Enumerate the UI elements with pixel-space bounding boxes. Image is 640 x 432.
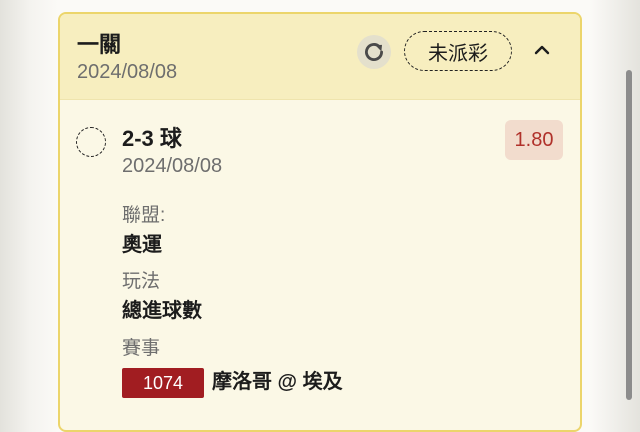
odds-badge: 1.80 xyxy=(505,120,563,160)
collapse-button[interactable] xyxy=(530,38,554,62)
selection-circle-icon[interactable] xyxy=(76,127,106,157)
play-type-value: 總進球數 xyxy=(122,300,202,322)
play-type-label: 玩法 xyxy=(122,271,161,292)
match-label: 賽事 xyxy=(122,338,161,359)
match-number-badge: 1074 xyxy=(122,368,204,398)
bet-card-header[interactable]: 一關 2024/08/08 未派彩 xyxy=(60,14,580,100)
league-label: 聯盟: xyxy=(122,205,166,226)
bet-card: 一關 2024/08/08 未派彩 2-3 球 2024/08/08 1.80 … xyxy=(58,12,582,432)
match-name: 摩洛哥 @ 埃及 xyxy=(212,371,343,393)
bet-type-title: 一關 xyxy=(77,32,122,57)
selection-date: 2024/08/08 xyxy=(122,155,223,177)
league-value: 奧運 xyxy=(122,234,162,256)
bet-date: 2024/08/08 xyxy=(77,61,178,83)
selection-name: 2-3 球 xyxy=(122,126,182,151)
refresh-icon xyxy=(365,43,383,61)
refresh-button[interactable] xyxy=(357,35,391,69)
status-badge: 未派彩 xyxy=(404,31,512,71)
chevron-up-icon xyxy=(534,45,550,55)
scrollbar[interactable] xyxy=(626,70,632,400)
